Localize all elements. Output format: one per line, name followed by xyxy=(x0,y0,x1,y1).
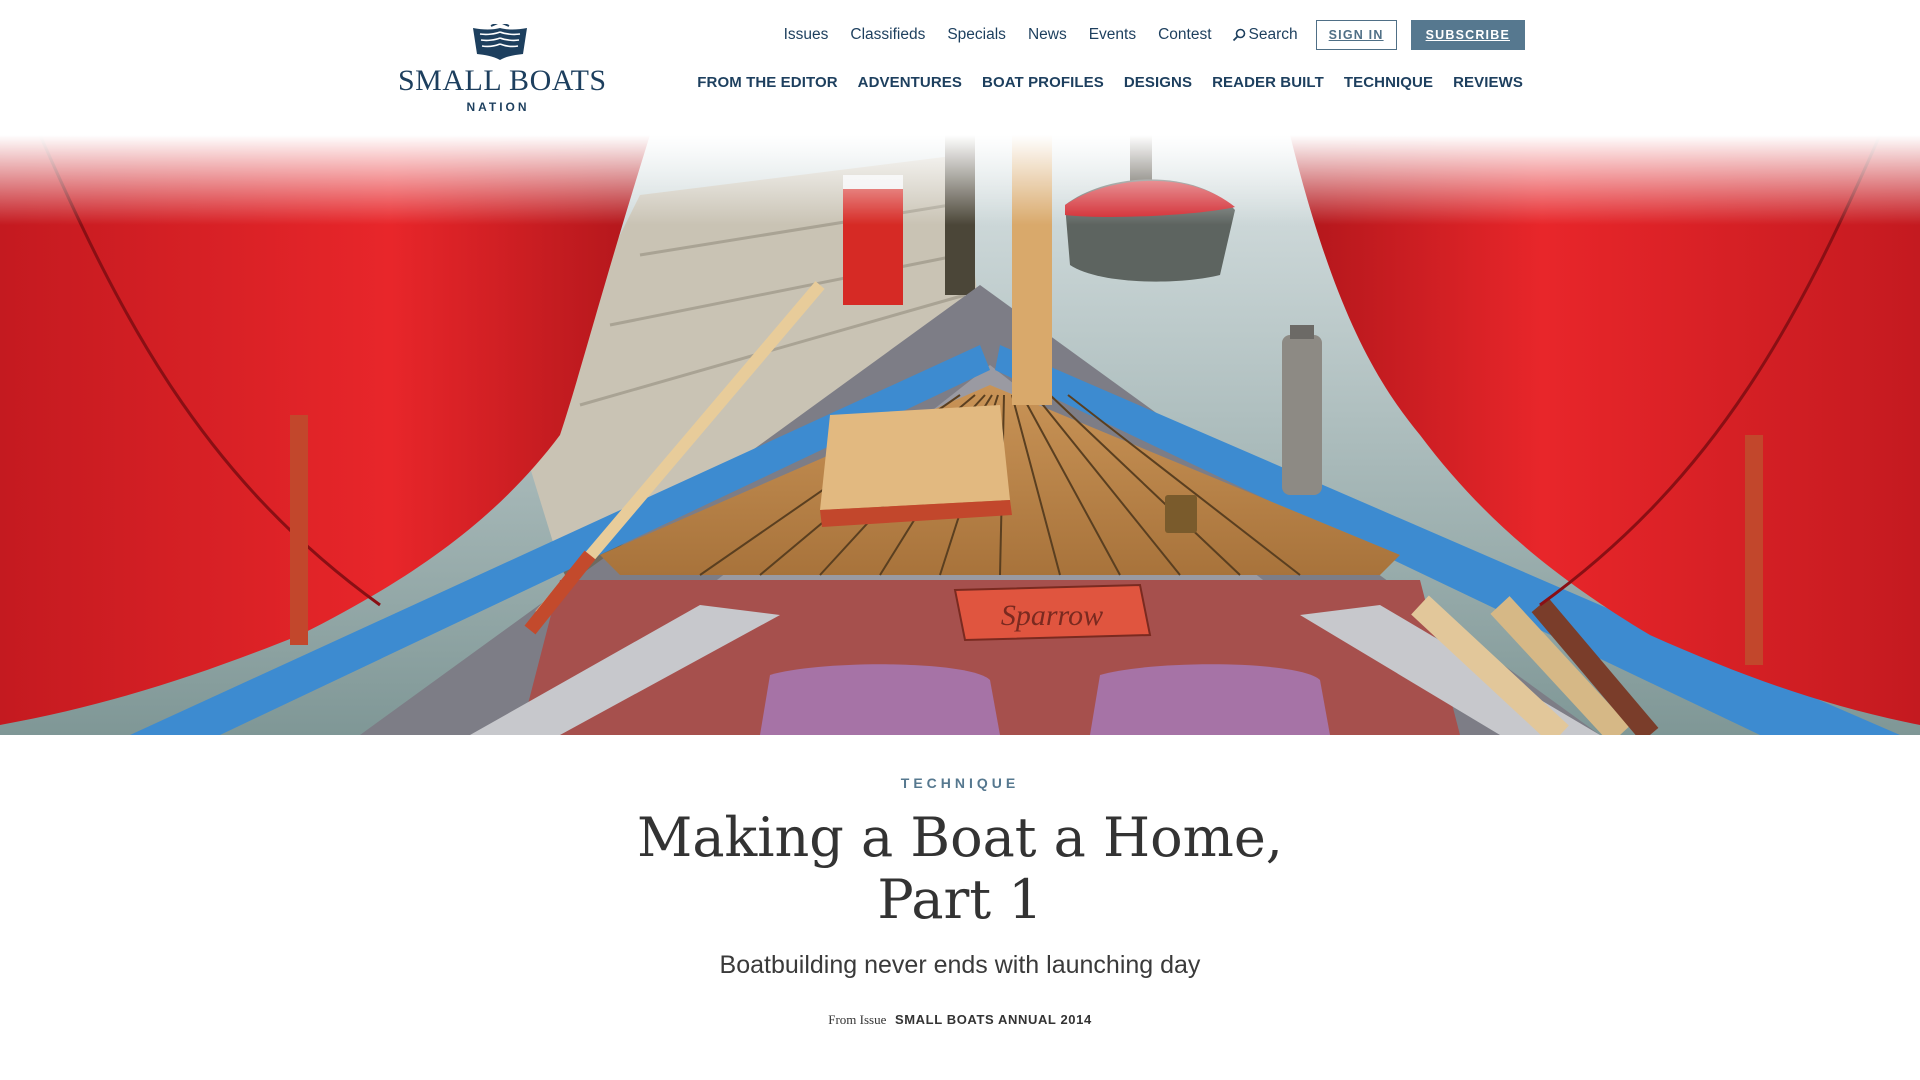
logo-title: SMALL BOATS xyxy=(398,64,607,97)
article-title: Making a Boat a Home, Part 1 xyxy=(637,806,1283,931)
search-icon xyxy=(1232,28,1245,42)
util-link-specials[interactable]: Specials xyxy=(947,26,1006,44)
from-issue-label: From Issue xyxy=(828,1012,887,1027)
article-subtitle: Boatbuilding never ends with launching d… xyxy=(719,951,1201,979)
nav-reader-built[interactable]: READER BUILT xyxy=(1212,74,1324,91)
article-header: TECHNIQUE Making a Boat a Home, Part 1 B… xyxy=(0,735,1920,1028)
util-link-news[interactable]: News xyxy=(1028,26,1067,44)
nav-technique[interactable]: TECHNIQUE xyxy=(1344,74,1433,91)
logo-subtitle: NATION xyxy=(466,100,530,114)
nav-designs[interactable]: DESIGNS xyxy=(1124,74,1192,91)
site-logo[interactable]: SMALL BOATS NATION xyxy=(398,24,607,116)
util-link-classifieds[interactable]: Classifieds xyxy=(850,26,925,44)
boat-cockpit-illustration: Sparrow xyxy=(0,135,1920,735)
site-header: SMALL BOATS NATION Issues Classifieds Sp… xyxy=(0,0,1920,135)
util-link-events[interactable]: Events xyxy=(1089,26,1136,44)
subscribe-button[interactable]: SUBSCRIBE xyxy=(1410,20,1525,50)
nav-from-the-editor[interactable]: FROM THE EDITOR xyxy=(697,74,837,91)
util-link-issues[interactable]: Issues xyxy=(784,26,829,44)
from-issue-line: From Issue SMALL BOATS ANNUAL 2014 xyxy=(0,1012,1920,1028)
issue-link[interactable]: SMALL BOATS ANNUAL 2014 xyxy=(895,1012,1092,1027)
main-nav: FROM THE EDITOR ADVENTURES BOAT PROFILES… xyxy=(677,74,1523,91)
utility-nav: Issues Classifieds Specials News Events … xyxy=(762,20,1525,50)
search-label: Search xyxy=(1248,26,1298,43)
nav-adventures[interactable]: ADVENTURES xyxy=(858,74,962,91)
search-link[interactable]: Search xyxy=(1232,26,1298,44)
open-book-logo-icon xyxy=(473,24,527,60)
sign-in-button[interactable]: SIGN IN xyxy=(1315,20,1397,50)
hero-top-fade xyxy=(0,135,1920,225)
util-link-contest[interactable]: Contest xyxy=(1158,26,1211,44)
hero-image: Sparrow xyxy=(0,135,1920,735)
article-category[interactable]: TECHNIQUE xyxy=(0,775,1920,791)
nav-boat-profiles[interactable]: BOAT PROFILES xyxy=(982,74,1104,91)
nameboard-text: Sparrow xyxy=(1001,599,1103,632)
nav-reviews[interactable]: REVIEWS xyxy=(1453,74,1523,91)
